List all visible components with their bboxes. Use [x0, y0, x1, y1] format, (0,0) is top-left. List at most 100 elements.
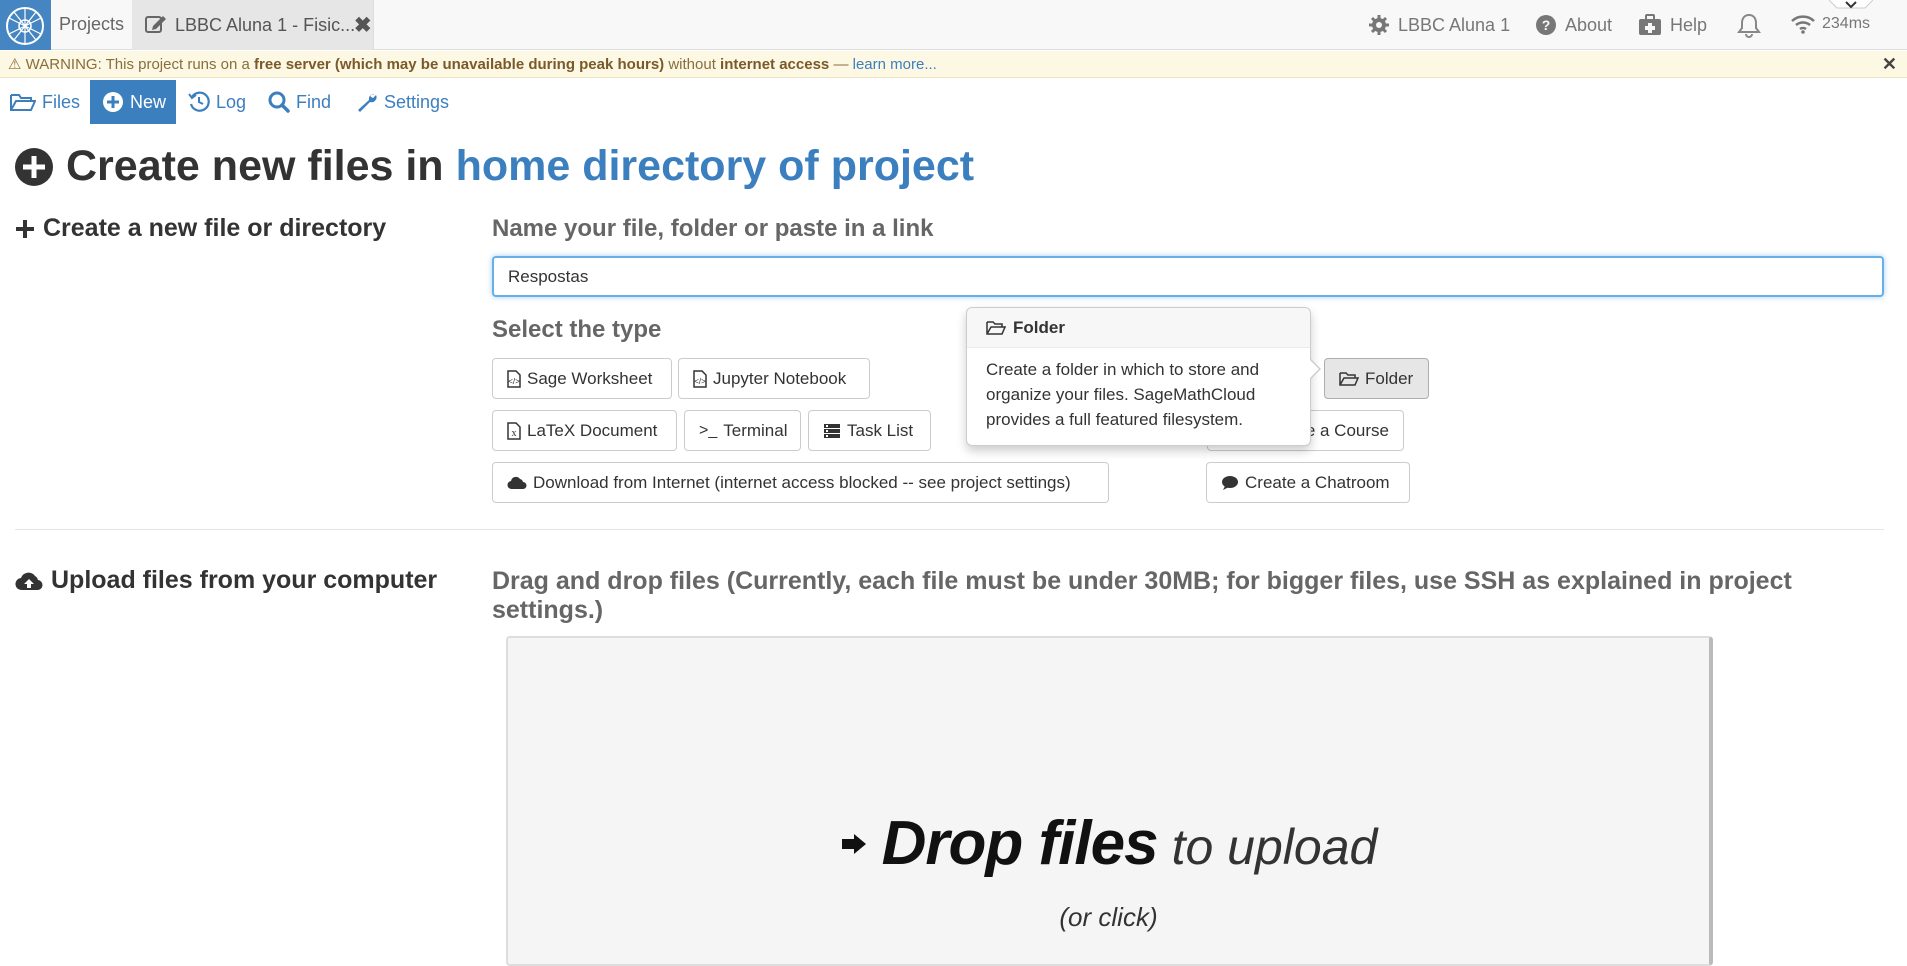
- help-link[interactable]: Help: [1638, 14, 1707, 36]
- folder-tooltip: Folder Create a folder in which to store…: [966, 307, 1321, 446]
- drop-message-sub: (or click): [1059, 902, 1158, 932]
- svg-text:</>: </>: [694, 377, 706, 386]
- task-list-button[interactable]: Task List: [808, 410, 931, 451]
- create-section-title: Create a new file or directory: [15, 214, 386, 243]
- tab-files-label: Files: [42, 91, 81, 112]
- learn-more-link[interactable]: learn more...: [853, 56, 937, 73]
- upload-section-title-label: Upload files from your computer: [51, 566, 438, 594]
- tab-find[interactable]: Find: [268, 80, 331, 124]
- warning-dash: —: [829, 56, 853, 73]
- wifi-icon: [1790, 14, 1816, 34]
- close-tab-icon[interactable]: ✖: [354, 13, 372, 38]
- ping-label: 234ms: [1822, 15, 1871, 32]
- wrench-icon: [356, 91, 378, 113]
- tasks-icon: [823, 423, 841, 439]
- section-divider: [15, 529, 1884, 530]
- create-chatroom-button[interactable]: Create a Chatroom: [1206, 462, 1410, 503]
- cloud-upload-icon: [15, 570, 43, 592]
- project-settings-link[interactable]: LBBC Aluna 1: [1368, 14, 1510, 36]
- medkit-icon: [1638, 14, 1662, 36]
- drop-message-light: to upload: [1171, 819, 1378, 875]
- file-text-icon: x: [507, 421, 521, 440]
- filename-input[interactable]: [492, 256, 1884, 297]
- notifications-button[interactable]: [1736, 12, 1762, 38]
- warning-banner: ⚠ WARNING: This project runs on a free s…: [0, 51, 1907, 78]
- latex-document-label: LaTeX Document: [527, 420, 658, 440]
- tooltip-arrow: [1309, 358, 1321, 380]
- latex-document-button[interactable]: x LaTeX Document: [492, 410, 677, 451]
- project-tab-title: LBBC Aluna 1 - Fisic...: [175, 15, 356, 35]
- warning-internet: internet access: [720, 56, 830, 73]
- drop-message-bold: Drop files: [881, 809, 1159, 878]
- tab-new[interactable]: New: [90, 80, 176, 124]
- tab-files[interactable]: Files: [10, 80, 80, 124]
- warning-icon: ⚠: [8, 56, 22, 73]
- sagemathcloud-logo[interactable]: [0, 0, 51, 50]
- page-title-prefix: Create new files in: [66, 142, 444, 190]
- create-chatroom-label: Create a Chatroom: [1245, 472, 1390, 492]
- folder-button-label: Folder: [1365, 368, 1414, 388]
- task-list-label: Task List: [847, 420, 914, 440]
- about-link[interactable]: ? About: [1535, 14, 1612, 36]
- plus-icon: [15, 219, 35, 239]
- plus-circle-icon: [14, 147, 54, 187]
- file-code-icon: </>: [507, 369, 521, 388]
- svg-text:x: x: [512, 428, 517, 439]
- history-icon: [188, 91, 210, 113]
- folder-open-icon: [1339, 371, 1359, 387]
- bell-icon: [1736, 12, 1762, 38]
- tooltip-body: Create a folder in which to store and or…: [986, 360, 1260, 429]
- download-from-internet-button[interactable]: Download from Internet (internet access …: [492, 462, 1109, 503]
- projects-link[interactable]: Projects: [59, 14, 124, 35]
- tab-log[interactable]: Log: [188, 80, 246, 124]
- about-label: About: [1565, 14, 1613, 35]
- tab-find-label: Find: [296, 91, 332, 112]
- tab-settings[interactable]: Settings: [356, 80, 449, 124]
- tab-settings-label: Settings: [384, 91, 450, 112]
- plus-circle-icon: [102, 91, 124, 113]
- terminal-icon: >_: [699, 421, 718, 439]
- svg-text:?: ?: [1542, 17, 1551, 33]
- terminal-label: Terminal: [723, 420, 788, 440]
- terminal-button[interactable]: >_ Terminal: [684, 410, 801, 451]
- close-warning-icon[interactable]: ✕: [1882, 51, 1897, 78]
- logo-icon: [6, 7, 44, 45]
- project-settings-label: LBBC Aluna 1: [1398, 14, 1511, 35]
- jupyter-notebook-button[interactable]: </> Jupyter Notebook: [678, 358, 870, 399]
- drop-message: Drop files to upload: [508, 808, 1709, 879]
- file-code-icon: </>: [693, 369, 707, 388]
- help-label: Help: [1670, 14, 1708, 35]
- dropzone[interactable]: Drop files to upload (or click): [506, 636, 1713, 966]
- comment-icon: [1221, 475, 1239, 491]
- cloud-icon: [507, 476, 527, 490]
- folder-open-icon: [10, 92, 36, 112]
- warning-prefix: WARNING: This project runs on a: [25, 56, 255, 73]
- project-tab[interactable]: LBBC Aluna 1 - Fisic... ✖: [132, 0, 374, 50]
- tooltip-title: Folder: [1013, 317, 1065, 337]
- warning-text: ⚠ WARNING: This project runs on a free s…: [8, 51, 937, 78]
- folder-button[interactable]: Folder: [1324, 358, 1429, 399]
- top-navbar: Projects LBBC Aluna 1 - Fisic... ✖ LBBC …: [0, 0, 1907, 50]
- name-label: Name your file, folder or paste in a lin…: [492, 215, 934, 242]
- page-title: Create new files in home directory of pr…: [14, 142, 974, 191]
- edit-icon: [144, 13, 168, 35]
- sage-worksheet-button[interactable]: </> Sage Worksheet: [492, 358, 672, 399]
- svg-text:</>: </>: [508, 377, 520, 386]
- create-section-title-label: Create a new file or directory: [43, 214, 387, 242]
- drop-instructions: Drag and drop files (Currently, each fil…: [492, 567, 1792, 624]
- jupyter-notebook-label: Jupyter Notebook: [713, 368, 847, 388]
- folder-open-icon: [986, 320, 1006, 336]
- warning-free-server: free server (which may be unavailable du…: [254, 56, 665, 73]
- download-from-internet-label: Download from Internet (internet access …: [533, 472, 1071, 492]
- warning-middle: without: [664, 56, 721, 73]
- tab-new-label: New: [130, 91, 167, 112]
- gear-icon: [1368, 14, 1390, 36]
- tooltip-header: Folder: [967, 308, 1310, 348]
- question-circle-icon: ?: [1535, 14, 1557, 36]
- connection-status[interactable]: 234ms: [1790, 14, 1870, 34]
- search-icon: [268, 91, 290, 113]
- current-directory-link[interactable]: home directory of project: [456, 142, 974, 191]
- upload-section-title: Upload files from your computer: [15, 566, 437, 595]
- chevron-down-icon[interactable]: [1829, 0, 1873, 14]
- hand-right-icon: [840, 833, 868, 855]
